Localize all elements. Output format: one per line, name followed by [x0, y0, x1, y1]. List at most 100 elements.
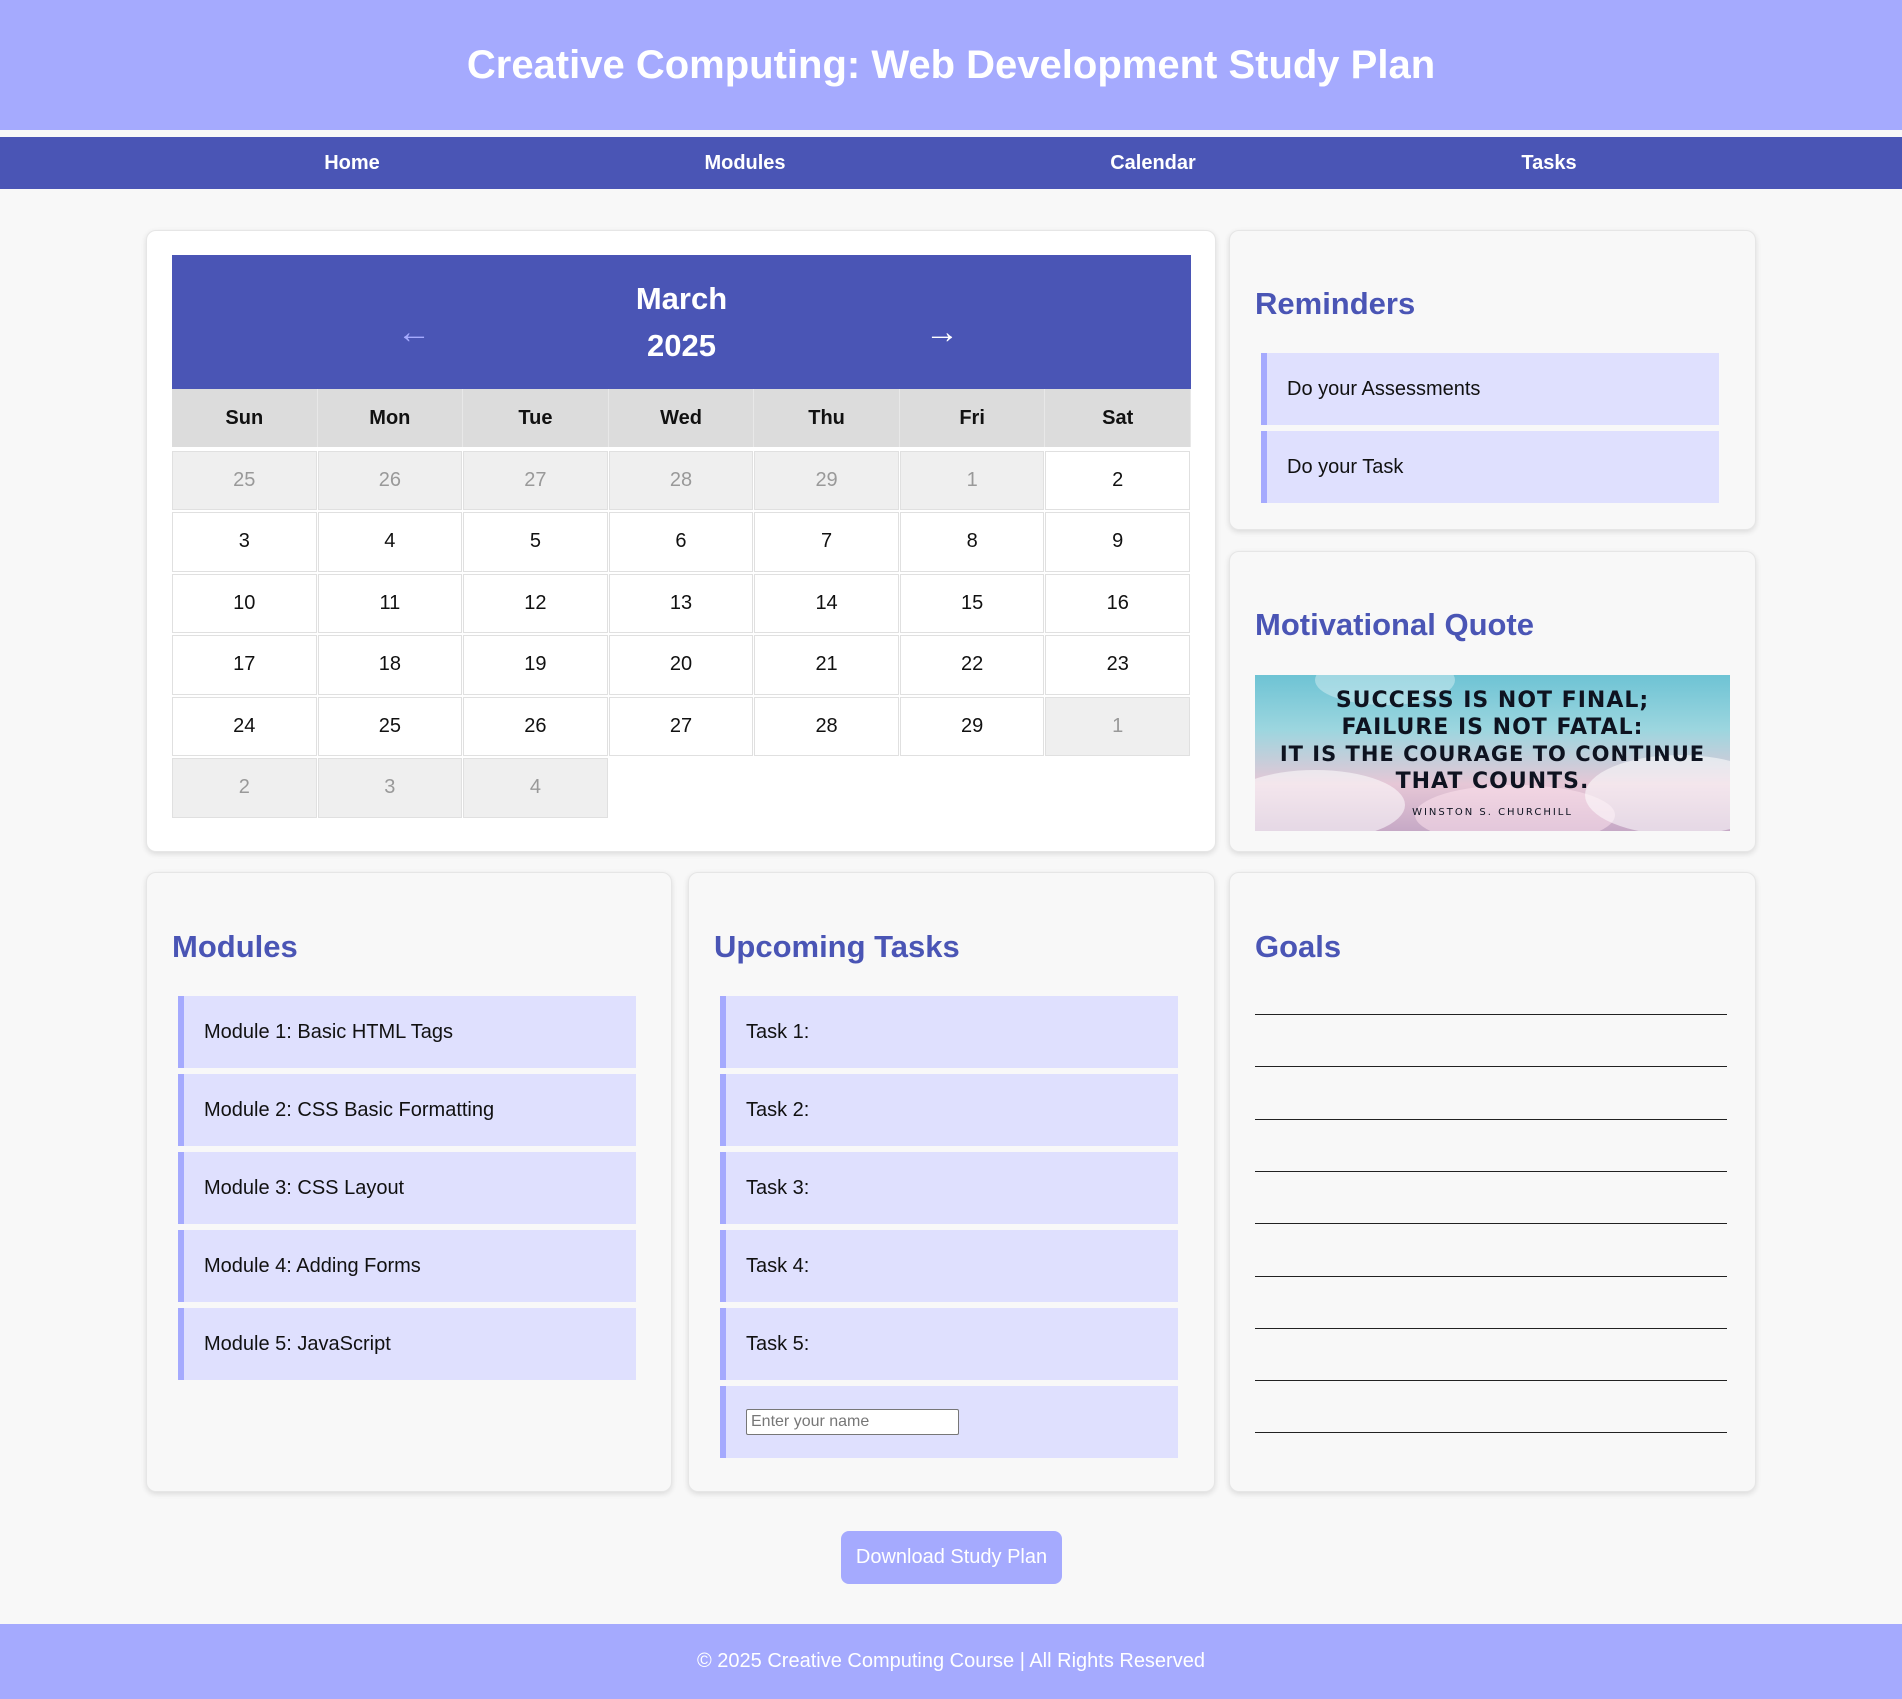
calendar-day[interactable]: 26	[317, 450, 463, 510]
calendar-day[interactable]: 2	[1045, 450, 1190, 510]
module-item: Module 3: CSS Layout	[178, 1152, 636, 1224]
reminders-list: Do your Assessments Do your Task	[1261, 353, 1719, 509]
goal-line[interactable]	[1255, 1380, 1727, 1382]
calendar-header: March 2025 ← →	[172, 255, 1191, 389]
quote-card: Motivational Quote SUCCESS IS NOT FINAL;…	[1229, 551, 1756, 852]
calendar-day[interactable]: 20	[608, 635, 754, 695]
weekday-header: Thu	[754, 389, 900, 447]
download-study-plan-button[interactable]: Download Study Plan	[841, 1531, 1062, 1584]
task-item: Task 1:	[720, 996, 1178, 1068]
calendar-day[interactable]: 18	[317, 635, 463, 695]
quote-title: Motivational Quote	[1255, 607, 1534, 642]
page-title: Creative Computing: Web Development Stud…	[466, 42, 1436, 87]
calendar-day[interactable]: 16	[1045, 573, 1190, 633]
quote-line: THAT COUNTS.	[1395, 769, 1590, 794]
tasks-card: Upcoming Tasks Task 1: Task 2: Task 3: T…	[688, 872, 1215, 1492]
calendar-day[interactable]: 8	[899, 512, 1045, 572]
calendar-year: 2025	[647, 328, 716, 363]
calendar-day[interactable]: 11	[317, 573, 463, 633]
goal-line[interactable]	[1255, 1223, 1727, 1225]
task-item: Task 5:	[720, 1308, 1178, 1380]
calendar-day[interactable]: 12	[463, 573, 608, 633]
calendar-day[interactable]: 25	[172, 450, 317, 510]
calendar-day[interactable]: 3	[172, 512, 317, 572]
goal-line[interactable]	[1255, 1432, 1727, 1434]
task-item: Task 3:	[720, 1152, 1178, 1224]
reminder-item: Do your Task	[1261, 431, 1719, 503]
tasks-list: Task 1: Task 2: Task 3: Task 4: Task 5:	[720, 996, 1178, 1464]
calendar-day[interactable]: 13	[608, 573, 754, 633]
calendar-day[interactable]: 5	[463, 512, 608, 572]
calendar-day[interactable]: 25	[317, 696, 463, 756]
calendar-day[interactable]: 2	[172, 758, 317, 818]
calendar-day[interactable]: 9	[1045, 512, 1190, 572]
quote-line: IT IS THE COURAGE TO CONTINUE	[1279, 742, 1706, 766]
task-item: Task 2:	[720, 1074, 1178, 1146]
goal-line[interactable]	[1255, 1066, 1727, 1068]
goals-title: Goals	[1255, 929, 1342, 964]
reminders-title: Reminders	[1255, 286, 1416, 321]
weekday-header: Sat	[1045, 389, 1191, 447]
calendar-day[interactable]: 21	[754, 635, 899, 695]
calendar-day[interactable]: 4	[463, 758, 608, 818]
calendar-day[interactable]: 4	[317, 512, 463, 572]
weekday-header: Fri	[899, 389, 1046, 447]
name-input[interactable]	[746, 1409, 959, 1435]
calendar-day[interactable]: 29	[899, 696, 1045, 756]
calendar-day[interactable]: 10	[172, 573, 317, 633]
calendar-day[interactable]: 27	[463, 450, 608, 510]
calendar-day[interactable]: 1	[899, 450, 1045, 510]
modules-title: Modules	[172, 929, 298, 964]
calendar-day[interactable]: 24	[172, 696, 317, 756]
calendar-day[interactable]: 28	[754, 696, 899, 756]
site-header: Creative Computing: Web Development Stud…	[0, 0, 1902, 130]
calendar-day[interactable]: 15	[899, 573, 1045, 633]
goals-card: Goals	[1229, 872, 1756, 1492]
nav-calendar-link[interactable]: Calendar	[1110, 137, 1196, 189]
quote-line: SUCCESS IS NOT FINAL;	[1335, 688, 1650, 713]
calendar-card: March 2025 ← → Sun Mon Tue Wed Thu Fri Sat 25 26…	[146, 230, 1216, 852]
module-item: Module 5: JavaScript	[178, 1308, 636, 1380]
nav-modules-link[interactable]: Modules	[704, 137, 785, 189]
calendar-day[interactable]: 1	[1045, 696, 1190, 756]
calendar-day[interactable]: 7	[754, 512, 899, 572]
nav-tasks-link[interactable]: Tasks	[1521, 137, 1576, 189]
calendar-day[interactable]: 6	[608, 512, 754, 572]
calendar-day[interactable]: 26	[463, 696, 608, 756]
prev-month-arrow-icon[interactable]: ←	[397, 315, 431, 349]
calendar-month: March	[635, 281, 728, 316]
main-nav: Home Modules Calendar Tasks	[0, 137, 1902, 189]
name-input-row	[720, 1386, 1178, 1458]
calendar-day[interactable]: 22	[899, 635, 1045, 695]
calendar-day[interactable]: 3	[317, 758, 463, 818]
weekday-header: Wed	[608, 389, 755, 447]
goal-line[interactable]	[1255, 1014, 1727, 1015]
module-item: Module 1: Basic HTML Tags	[178, 996, 636, 1068]
goal-line[interactable]	[1255, 1170, 1727, 1172]
task-item: Task 4:	[720, 1230, 1178, 1302]
module-item: Module 2: CSS Basic Formatting	[178, 1074, 636, 1146]
modules-card: Modules Module 1: Basic HTML Tags Module…	[146, 872, 672, 1492]
next-month-arrow-icon[interactable]: →	[925, 315, 959, 349]
quote-image: SUCCESS IS NOT FINAL; FAILURE IS NOT FAT…	[1255, 675, 1730, 831]
modules-list: Module 1: Basic HTML Tags Module 2: CSS …	[178, 996, 636, 1386]
goal-line[interactable]	[1255, 1327, 1727, 1329]
reminder-item: Do your Assessments	[1261, 353, 1719, 425]
calendar-day[interactable]: 23	[1045, 635, 1190, 695]
goal-line[interactable]	[1255, 1118, 1727, 1120]
calendar-day[interactable]: 14	[754, 573, 899, 633]
calendar-day[interactable]: 28	[608, 450, 754, 510]
calendar-grid: Sun Mon Tue Wed Thu Fri Sat 25 26 27 28 29 1 2 3 4 5 6 7 8 9…	[172, 389, 1191, 820]
calendar-day[interactable]: 19	[463, 635, 608, 695]
weekday-header: Sun	[172, 389, 318, 447]
module-item: Module 4: Adding Forms	[178, 1230, 636, 1302]
tasks-title: Upcoming Tasks	[714, 929, 960, 964]
site-footer: © 2025 Creative Computing Course | All R…	[0, 1624, 1902, 1699]
calendar-day[interactable]: 17	[172, 635, 317, 695]
quote-author: WINSTON S. CHURCHILL	[1412, 807, 1573, 818]
nav-home-link[interactable]: Home	[324, 137, 380, 189]
calendar-day[interactable]: 29	[754, 450, 899, 510]
goal-line[interactable]	[1255, 1275, 1727, 1277]
weekday-header: Mon	[317, 389, 464, 447]
calendar-day[interactable]: 27	[608, 696, 754, 756]
